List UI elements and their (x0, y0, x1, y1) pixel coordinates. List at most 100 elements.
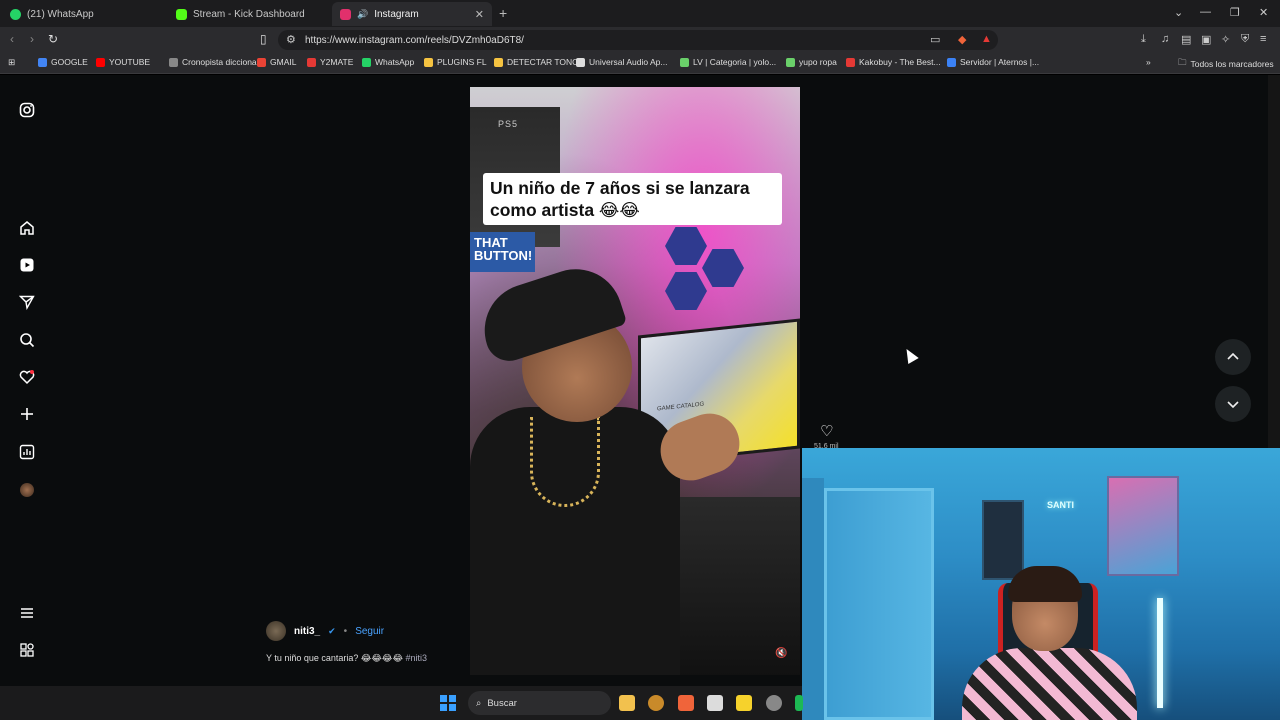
search-icon: ⌕ (476, 697, 482, 709)
app-icon[interactable] (648, 695, 664, 711)
close-tab-icon[interactable]: ✕ (475, 8, 484, 21)
aternos-icon (947, 57, 956, 67)
direct-messages-icon[interactable] (18, 293, 36, 311)
previous-reel-button[interactable] (1215, 339, 1251, 375)
hashtag-link[interactable]: #niti3 (405, 653, 427, 663)
minimize-button[interactable]: — (1200, 6, 1211, 18)
more-bookmarks-icon[interactable]: » (1146, 57, 1151, 67)
back-button[interactable]: ‹ (10, 32, 14, 46)
notifications-heart-icon[interactable] (18, 368, 36, 386)
store-icon[interactable] (707, 695, 723, 711)
wallet-icon[interactable]: ▣ (1201, 33, 1211, 46)
spotify-icon[interactable] (795, 695, 803, 711)
profile-avatar[interactable] (18, 481, 36, 499)
folder-icon: 🗀 (1178, 57, 1187, 67)
bookmark-detectar-tono[interactable]: DETECTAR TONO (494, 57, 579, 67)
close-window-button[interactable]: ✕ (1259, 6, 1268, 19)
youtube-icon (96, 57, 105, 67)
sticky-notes-icon[interactable] (736, 695, 752, 711)
bookmark-gmail[interactable]: GMAIL (257, 57, 296, 67)
home-icon[interactable] (18, 219, 36, 237)
gmail-icon (257, 57, 266, 67)
next-reel-button[interactable] (1215, 386, 1251, 422)
bookmark-label: Cronopista diccionа... (182, 57, 264, 67)
instagram-logo-icon[interactable] (18, 101, 36, 119)
taskbar-search[interactable]: ⌕ Buscar (468, 691, 611, 715)
more-menu-icon[interactable] (18, 604, 36, 622)
bookmark-lv-categoria[interactable]: LV | Categoria | yolo... (680, 57, 776, 67)
video-hex-panel (665, 227, 707, 265)
reels-icon[interactable] (18, 256, 36, 274)
menu-icon[interactable]: ≡ (1260, 33, 1266, 45)
reel-caption-text: Y tu niño que cantaria? 😂😂😂😂 (266, 653, 403, 663)
address-bar[interactable]: https://www.instagram.com/reels/DVZmh0aD… (278, 30, 998, 50)
kakobuy-icon (846, 57, 855, 67)
bookmark-whatsapp[interactable]: WhatsApp (362, 57, 414, 67)
bookmark-plugins-fl[interactable]: PLUGINS FL (424, 57, 487, 67)
downloads-icon[interactable]: ⤓ (1141, 33, 1146, 46)
all-bookmarks-button[interactable]: 🗀 Todos los marcadores (1178, 57, 1274, 71)
bookmark-youtube[interactable]: YOUTUBE (96, 57, 150, 67)
webcam-streamer-hair (1008, 566, 1082, 602)
reel-caption: Y tu niño que cantaria? 😂😂😂😂 #niti3 (266, 653, 427, 664)
bookmark-kakobuy[interactable]: Kakobuy - The Best... (846, 57, 941, 67)
separator-dot: • (343, 625, 348, 637)
forward-button[interactable]: › (30, 32, 34, 46)
site-settings-icon[interactable]: ⚙ (286, 33, 296, 46)
steam-icon[interactable] (766, 695, 782, 711)
cast-icon[interactable]: ▭ (930, 33, 940, 46)
search-icon[interactable] (18, 331, 36, 349)
new-tab-button[interactable]: + (499, 5, 507, 21)
taskbar-search-placeholder: Buscar (487, 697, 517, 709)
bookmark-icon[interactable]: ▯ (260, 32, 267, 46)
apps-grid-icon[interactable]: ⊞ (8, 57, 15, 68)
bookmark-cronopista[interactable]: Cronopista diccionа... (169, 57, 264, 67)
reel-author: niti3_ ✔ • Seguir (266, 621, 384, 641)
overlay-caption: Un niño de 7 años si se lanzara como art… (490, 178, 750, 220)
follow-button[interactable]: Seguir (355, 626, 384, 637)
bookmark-label: PLUGINS FL (437, 57, 487, 67)
restore-button[interactable]: ❐ (1230, 6, 1240, 19)
video-chain (530, 417, 600, 507)
like-heart-icon[interactable]: ♡ (820, 422, 833, 440)
bookmark-google[interactable]: GOOGLE (38, 57, 88, 67)
video-hex-panel (665, 272, 707, 310)
leo-icon[interactable]: ✧ (1221, 33, 1230, 46)
video-poster: THAT BUTTON! (470, 232, 535, 272)
all-bookmarks-label: Todos los marcadores (1190, 59, 1274, 69)
windows-taskbar: ⌕ Buscar (0, 686, 803, 720)
vpn-icon[interactable]: ⛨ (1241, 33, 1249, 46)
file-explorer-icon[interactable] (619, 695, 635, 711)
media-icon[interactable]: ♫ (1161, 33, 1169, 45)
navigation-bar: ‹ › ↻ ▯ https://www.instagram.com/reels/… (0, 27, 1280, 53)
tab-instagram[interactable]: 🔊 Instagram ✕ (332, 2, 492, 26)
webcam-neon-light (1157, 598, 1163, 708)
start-button[interactable] (440, 695, 456, 711)
bookmark-label: GMAIL (270, 57, 297, 67)
bookmark-universal-audio[interactable]: Universal Audio Ap... (576, 57, 667, 67)
dashboard-icon[interactable] (18, 443, 36, 461)
mute-icon[interactable]: 🔇 (775, 648, 787, 659)
brave-shields-icon[interactable]: ◆ (958, 33, 966, 46)
reload-button[interactable]: ↻ (48, 32, 58, 46)
author-avatar[interactable] (266, 621, 286, 641)
bookmark-label: Servidor | Aternos |... (960, 57, 1040, 67)
bookmark-yupo-ropa[interactable]: yupo ropa (786, 57, 837, 67)
tab-kick[interactable]: Stream - Kick Dashboard (168, 2, 328, 26)
bookmark-aternos[interactable]: Servidor | Aternos |... (947, 57, 1039, 67)
bookmark-y2mate[interactable]: Y2MATE (307, 57, 353, 67)
brave-rewards-icon[interactable]: ▲ (981, 33, 992, 45)
sidebar-toggle-icon[interactable]: ▤ (1181, 33, 1191, 46)
bookmark-label: LV | Categoria | yolo... (693, 57, 777, 67)
tab-strip: (21) WhatsApp Stream - Kick Dashboard 🔊 … (0, 0, 1280, 27)
create-icon[interactable] (18, 405, 36, 423)
tab-whatsapp[interactable]: (21) WhatsApp (2, 2, 162, 26)
also-from-meta-icon[interactable] (18, 641, 36, 659)
bookmarks-bar: ⊞ GOOGLE YOUTUBE Cronopista diccionа... GMA… (0, 53, 1280, 74)
brave-browser-icon[interactable] (678, 695, 694, 711)
author-name[interactable]: niti3_ (294, 626, 320, 637)
speaker-icon: 🔊 (357, 8, 369, 19)
tab-search-chevron-icon[interactable]: ⌄ (1174, 6, 1183, 19)
verified-badge-icon: ✔ (328, 625, 336, 636)
webcam-door-edge (802, 478, 824, 720)
